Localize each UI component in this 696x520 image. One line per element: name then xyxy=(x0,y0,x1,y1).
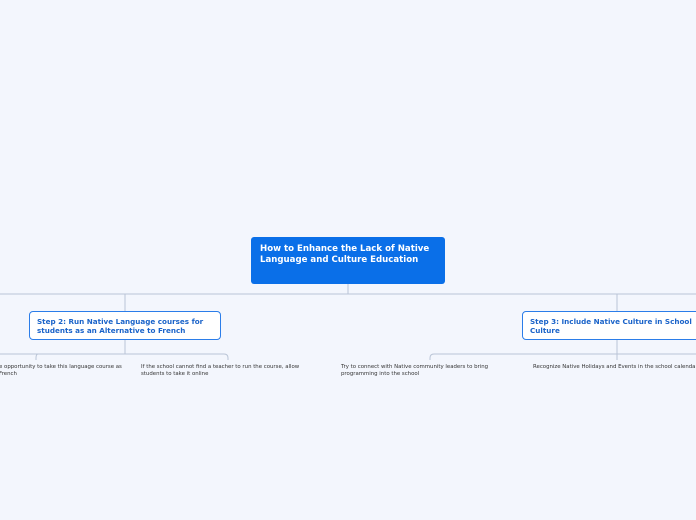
subtopic-step-3-community-leaders-label: Try to connect with Native community lea… xyxy=(341,364,489,377)
topic-step-2-label: Step 2: Run Native Language courses for … xyxy=(37,317,204,335)
subtopic-step-2-language-opportunity-label: e opportunity to take this language cour… xyxy=(0,364,122,377)
root-topic-label: How to Enhance the Lack of Native Langua… xyxy=(260,244,430,265)
topic-step-3-label: Step 3: Include Native Culture in School… xyxy=(530,317,692,335)
subtopic-step-2-language-opportunity[interactable]: e opportunity to take this language cour… xyxy=(0,364,131,378)
subtopic-step-2-online-course[interactable]: If the school cannot find a teacher to r… xyxy=(141,364,313,378)
subtopic-step-3-holidays-events-label: Recognize Native Holidays and Events in … xyxy=(533,364,696,370)
root-topic[interactable]: How to Enhance the Lack of Native Langua… xyxy=(251,237,445,284)
connector-step2-bus xyxy=(0,340,229,360)
subtopic-step-3-community-leaders[interactable]: Try to connect with Native community lea… xyxy=(341,364,501,378)
connector-step3-bus xyxy=(429,340,696,360)
topic-step-2[interactable]: Step 2: Run Native Language courses for … xyxy=(29,311,221,340)
topic-step-3[interactable]: Step 3: Include Native Culture in School… xyxy=(522,311,696,340)
subtopic-step-2-online-course-label: If the school cannot find a teacher to r… xyxy=(141,364,300,377)
subtopic-step-3-holidays-events[interactable]: Recognize Native Holidays and Events in … xyxy=(533,364,696,371)
